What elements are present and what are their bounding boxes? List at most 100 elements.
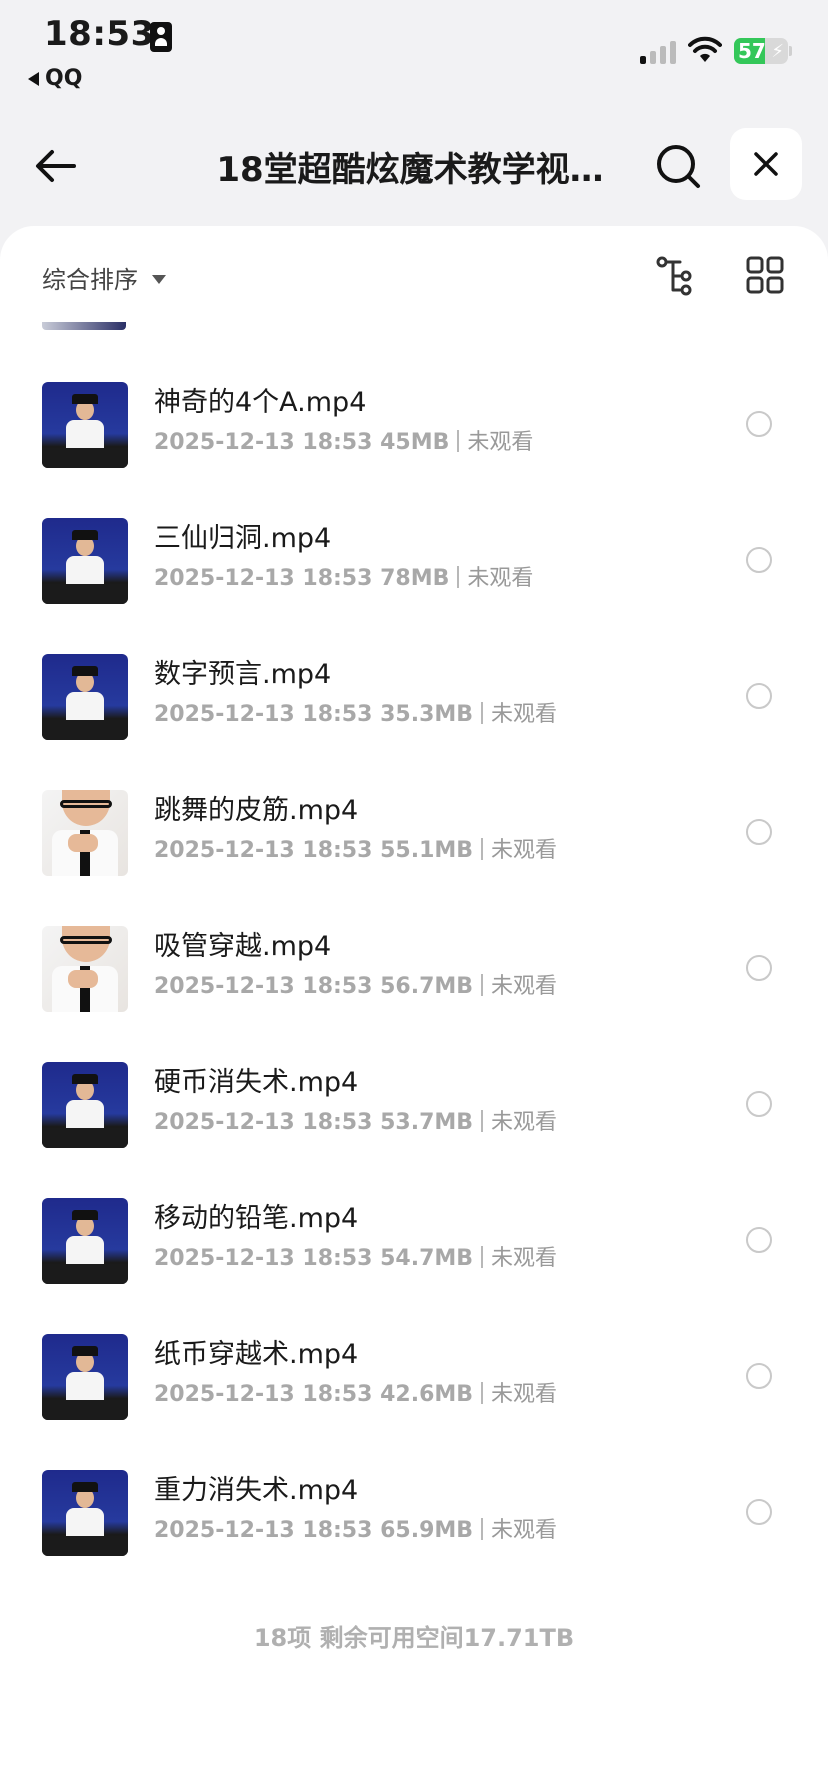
file-size: 78MB xyxy=(380,566,450,591)
file-name: 三仙归洞.mp4 xyxy=(154,523,332,554)
file-name: 神奇的4个A.mp4 xyxy=(154,387,367,418)
file-row[interactable]: 三仙归洞.mp4 2025-12-13 18:53 78MB 未观看 xyxy=(0,472,828,608)
file-date: 2025-12-13 18:53 xyxy=(154,1110,373,1135)
file-name: 数字预言.mp4 xyxy=(154,659,332,690)
wifi-icon xyxy=(688,36,722,62)
file-name: 跳舞的皮筋.mp4 xyxy=(154,795,359,826)
watch-status: 未观看 xyxy=(491,702,558,727)
file-size: 65.9MB xyxy=(380,1518,474,1543)
select-radio[interactable] xyxy=(746,683,772,709)
file-meta: 2025-12-13 18:53 53.7MB 未观看 xyxy=(154,1104,557,1136)
search-icon[interactable] xyxy=(652,140,704,192)
file-row[interactable]: 神奇的4个A.mp4 2025-12-13 18:53 45MB 未观看 xyxy=(0,336,828,472)
video-thumbnail xyxy=(42,382,128,468)
file-row[interactable]: 硬币消失术.mp4 2025-12-13 18:53 53.7MB 未观看 xyxy=(0,1016,828,1152)
video-thumbnail xyxy=(42,1470,128,1556)
meta-divider xyxy=(457,566,460,588)
file-date: 2025-12-13 18:53 xyxy=(154,430,373,455)
battery-cap xyxy=(789,46,792,56)
select-radio[interactable] xyxy=(746,955,772,981)
nav-bar: 18堂超酷炫魔术教学视… xyxy=(0,120,828,210)
file-meta: 2025-12-13 18:53 56.7MB 未观看 xyxy=(154,968,557,1000)
watch-status: 未观看 xyxy=(491,1382,558,1407)
file-date: 2025-12-13 18:53 xyxy=(154,974,373,999)
file-row[interactable]: 移动的铅笔.mp4 2025-12-13 18:53 54.7MB 未观看 xyxy=(0,1152,828,1288)
tree-view-icon[interactable] xyxy=(656,256,700,296)
select-radio[interactable] xyxy=(746,1363,772,1389)
watch-status: 未观看 xyxy=(491,974,558,999)
file-date: 2025-12-13 18:53 xyxy=(154,566,373,591)
file-date: 2025-12-13 18:53 xyxy=(154,1382,373,1407)
file-meta: 2025-12-13 18:53 45MB 未观看 xyxy=(154,424,533,456)
video-thumbnail xyxy=(42,518,128,604)
meta-divider xyxy=(481,838,484,860)
watch-status: 未观看 xyxy=(467,430,534,455)
file-list-sheet: 综合排序 神奇的4个A.mp4 2025-12-13 18:53 45MB 未观看三… xyxy=(0,226,828,1792)
file-row[interactable]: 吸管穿越.mp4 2025-12-13 18:53 56.7MB 未观看 xyxy=(0,880,828,1016)
file-row[interactable]: 纸币穿越术.mp4 2025-12-13 18:53 42.6MB 未观看 xyxy=(0,1288,828,1424)
page-title: 18堂超酷炫魔术教学视… xyxy=(216,150,604,190)
charging-bolt-icon: ⚡ xyxy=(771,41,784,62)
select-radio[interactable] xyxy=(746,1499,772,1525)
file-size: 55.1MB xyxy=(380,838,474,863)
file-meta: 2025-12-13 18:53 78MB 未观看 xyxy=(154,560,533,592)
grid-view-icon[interactable] xyxy=(746,256,784,294)
file-meta: 2025-12-13 18:53 42.6MB 未观看 xyxy=(154,1376,557,1408)
storage-summary: 18项 剩余可用空间17.71TB xyxy=(253,1624,575,1652)
watch-status: 未观看 xyxy=(491,1518,558,1543)
list-toolbar: 综合排序 xyxy=(0,226,828,326)
video-thumbnail xyxy=(42,1198,128,1284)
meta-divider xyxy=(457,430,460,452)
sort-dropdown[interactable]: 综合排序 xyxy=(42,260,166,295)
status-time: 18:53 xyxy=(44,14,155,54)
file-row[interactable]: 跳舞的皮筋.mp4 2025-12-13 18:53 55.1MB 未观看 xyxy=(0,744,828,880)
file-name: 重力消失术.mp4 xyxy=(154,1475,359,1506)
meta-divider xyxy=(481,702,484,724)
file-size: 42.6MB xyxy=(380,1382,474,1407)
watch-status: 未观看 xyxy=(491,1246,558,1271)
back-app-label: QQ xyxy=(45,66,83,91)
file-size: 53.7MB xyxy=(380,1110,474,1135)
watch-status: 未观看 xyxy=(491,1110,558,1135)
file-date: 2025-12-13 18:53 xyxy=(154,838,373,863)
file-row[interactable]: 重力消失术.mp4 2025-12-13 18:53 65.9MB 未观看 xyxy=(0,1424,828,1560)
close-button[interactable] xyxy=(730,128,802,200)
back-to-app-link[interactable]: QQ xyxy=(28,66,82,91)
file-meta: 2025-12-13 18:53 55.1MB 未观看 xyxy=(154,832,557,864)
file-size: 45MB xyxy=(380,430,450,455)
meta-divider xyxy=(481,1110,484,1132)
battery-level: 57 xyxy=(738,39,766,63)
watch-status: 未观看 xyxy=(491,838,558,863)
close-icon xyxy=(754,152,778,176)
cellular-signal-icon xyxy=(640,38,676,64)
watch-status: 未观看 xyxy=(467,566,534,591)
video-thumbnail xyxy=(42,1062,128,1148)
select-radio[interactable] xyxy=(746,819,772,845)
video-thumbnail xyxy=(42,654,128,740)
select-radio[interactable] xyxy=(746,547,772,573)
file-meta: 2025-12-13 18:53 65.9MB 未观看 xyxy=(154,1512,557,1544)
meta-divider xyxy=(481,1382,484,1404)
video-thumbnail xyxy=(42,790,128,876)
file-date: 2025-12-13 18:53 xyxy=(154,1246,373,1271)
file-date: 2025-12-13 18:53 xyxy=(154,1518,373,1543)
file-size: 54.7MB xyxy=(380,1246,474,1271)
contact-badge-icon xyxy=(150,22,172,52)
select-radio[interactable] xyxy=(746,1091,772,1117)
partially-visible-thumbnail xyxy=(42,322,126,330)
file-meta: 2025-12-13 18:53 35.3MB 未观看 xyxy=(154,696,557,728)
select-radio[interactable] xyxy=(746,1227,772,1253)
meta-divider xyxy=(481,1246,484,1268)
file-date: 2025-12-13 18:53 xyxy=(154,702,373,727)
battery-icon: 57 ⚡ xyxy=(734,38,788,64)
file-name: 纸币穿越术.mp4 xyxy=(154,1339,359,1370)
caret-down-icon xyxy=(152,275,166,284)
file-meta: 2025-12-13 18:53 54.7MB 未观看 xyxy=(154,1240,557,1272)
status-bar: 18:53 QQ 57 ⚡ xyxy=(0,0,828,100)
select-radio[interactable] xyxy=(746,411,772,437)
file-row[interactable]: 数字预言.mp4 2025-12-13 18:53 35.3MB 未观看 xyxy=(0,608,828,744)
sort-label: 综合排序 xyxy=(42,266,138,294)
back-triangle-icon xyxy=(28,71,39,86)
back-arrow-icon[interactable] xyxy=(30,140,82,192)
file-size: 56.7MB xyxy=(380,974,474,999)
